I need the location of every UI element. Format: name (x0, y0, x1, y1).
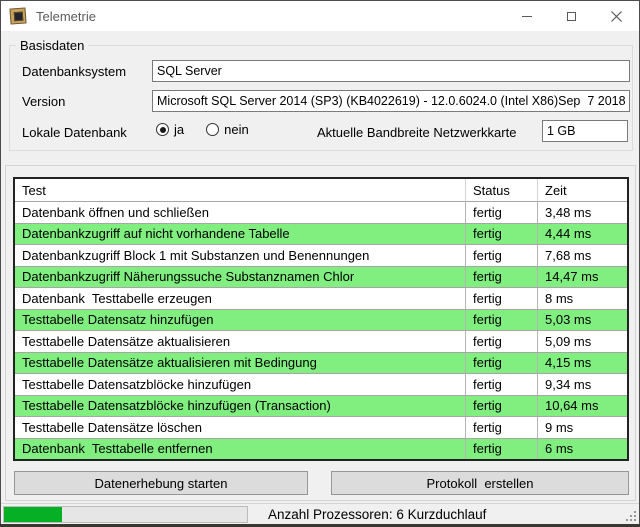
radio-nein[interactable]: nein (206, 122, 249, 137)
table-row[interactable]: Datenbank Testtabelle entfernenfertig6 m… (15, 438, 627, 460)
start-data-collection-button[interactable]: Datenerhebung starten (14, 471, 308, 495)
minimize-button[interactable] (504, 1, 549, 31)
table-cell: Datenbankzugriff Block 1 mit Substanzen … (15, 245, 466, 266)
test-table: Test Status Zeit Datenbank öffnen und sc… (13, 177, 629, 461)
table-row[interactable]: Testtabelle Datensätze aktualisierenfert… (15, 330, 627, 352)
table-cell: fertig (466, 267, 538, 288)
table-cell: Testtabelle Datensätze aktualisieren mit… (15, 353, 466, 374)
table-cell: Testtabelle Datensatzblöcke hinzufügen (15, 374, 466, 395)
table-cell: 10,64 ms (538, 396, 627, 417)
column-header-status[interactable]: Status (466, 179, 538, 201)
table-row[interactable]: Datenbank öffnen und schließenfertig3,48… (15, 201, 627, 223)
window-controls (504, 1, 639, 31)
table-cell: Datenbankzugriff Näherungssuche Substanz… (15, 267, 466, 288)
table-cell: 9,34 ms (538, 374, 627, 395)
window-title: Telemetrie (36, 9, 96, 24)
basisdaten-group-label: Basisdaten (16, 38, 88, 53)
table-row[interactable]: Datenbankzugriff auf nicht vorhandene Ta… (15, 223, 627, 245)
dbsystem-label: Datenbanksystem (22, 64, 126, 79)
table-cell: Datenbank Testtabelle erzeugen (15, 288, 466, 309)
radio-ja[interactable]: ja (156, 122, 184, 137)
table-cell: 8 ms (538, 288, 627, 309)
table-cell: 4,44 ms (538, 224, 627, 245)
resize-grip-icon[interactable] (624, 509, 636, 521)
table-cell: 5,03 ms (538, 310, 627, 331)
statusbar: Anzahl Prozessoren: 6 Kurzduchlauf (1, 503, 639, 524)
table-cell: 5,09 ms (538, 331, 627, 352)
radio-nein-circle (206, 123, 219, 136)
close-icon (611, 11, 622, 22)
dbsystem-value: SQL Server (157, 64, 222, 78)
table-cell: Testtabelle Datensätze löschen (15, 417, 466, 438)
titlebar[interactable]: Telemetrie (1, 1, 639, 31)
table-cell: fertig (466, 310, 538, 331)
table-row[interactable]: Testtabelle Datensätze löschenfertig9 ms (15, 416, 627, 438)
dbsystem-field[interactable]: SQL Server (152, 60, 630, 82)
version-field[interactable]: Microsoft SQL Server 2014 (SP3) (KB40226… (152, 90, 630, 112)
local-db-radio-group: ja nein (156, 122, 249, 137)
version-value: Microsoft SQL Server 2014 (SP3) (KB40226… (157, 94, 558, 108)
create-protocol-button[interactable]: Protokoll erstellen (331, 471, 629, 495)
app-window: Telemetrie Basisdaten Datenbanksystem SQ… (0, 0, 640, 524)
table-row[interactable]: Testtabelle Datensatz hinzufügenfertig5,… (15, 309, 627, 331)
table-cell: Datenbank Testtabelle entfernen (15, 439, 466, 460)
table-cell: fertig (466, 224, 538, 245)
minimize-icon (522, 16, 532, 17)
version-label: Version (22, 94, 65, 109)
table-row[interactable]: Datenbankzugriff Block 1 mit Substanzen … (15, 244, 627, 266)
table-cell: fertig (466, 288, 538, 309)
basisdaten-group: Basisdaten Datenbanksystem SQL Server Ve… (9, 45, 633, 151)
table-cell: Datenbankzugriff auf nicht vorhandene Ta… (15, 224, 466, 245)
table-cell: fertig (466, 396, 538, 417)
table-cell: Testtabelle Datensatzblöcke hinzufügen (… (15, 396, 466, 417)
status-text: Anzahl Prozessoren: 6 Kurzduchlauf (268, 504, 486, 525)
column-header-zeit[interactable]: Zeit (538, 179, 627, 201)
radio-ja-circle (156, 123, 169, 136)
table-header: Test Status Zeit (15, 179, 627, 201)
table-cell: 4,15 ms (538, 353, 627, 374)
table-cell: 7,68 ms (538, 245, 627, 266)
maximize-button[interactable] (549, 1, 594, 31)
table-cell: fertig (466, 331, 538, 352)
table-cell: Testtabelle Datensätze aktualisieren (15, 331, 466, 352)
table-row[interactable]: Datenbankzugriff Näherungssuche Substanz… (15, 266, 627, 288)
radio-ja-label: ja (174, 122, 184, 137)
table-body: Datenbank öffnen und schließenfertig3,48… (15, 201, 627, 459)
local-db-label: Lokale Datenbank (22, 125, 127, 140)
table-row[interactable]: Testtabelle Datensatzblöcke hinzufügenfe… (15, 373, 627, 395)
progress-bar-fill (4, 507, 62, 522)
table-cell: 14,47 ms (538, 267, 627, 288)
table-cell: 3,48 ms (538, 202, 627, 223)
column-header-test[interactable]: Test (15, 179, 466, 201)
bandwidth-value: 1 GB (547, 124, 576, 138)
maximize-icon (567, 12, 576, 21)
table-cell: Datenbank öffnen und schließen (15, 202, 466, 223)
close-button[interactable] (594, 1, 639, 31)
table-row[interactable]: Datenbank Testtabelle erzeugenfertig8 ms (15, 287, 627, 309)
table-cell: fertig (466, 353, 538, 374)
table-cell: fertig (466, 202, 538, 223)
table-cell: 9 ms (538, 417, 627, 438)
table-cell: fertig (466, 439, 538, 460)
table-cell: fertig (466, 245, 538, 266)
table-cell: fertig (466, 374, 538, 395)
radio-nein-label: nein (224, 122, 249, 137)
table-cell: Testtabelle Datensatz hinzufügen (15, 310, 466, 331)
table-row[interactable]: Testtabelle Datensätze aktualisieren mit… (15, 352, 627, 374)
version-date: Sep 7 2018 0 (558, 94, 630, 108)
bandwidth-field[interactable]: 1 GB (542, 120, 628, 142)
table-cell: fertig (466, 417, 538, 438)
app-icon (9, 7, 26, 24)
table-cell: 6 ms (538, 439, 627, 460)
progress-bar (3, 506, 248, 523)
bandwidth-label: Aktuelle Bandbreite Netzwerkkarte (317, 125, 516, 140)
table-row[interactable]: Testtabelle Datensatzblöcke hinzufügen (… (15, 395, 627, 417)
